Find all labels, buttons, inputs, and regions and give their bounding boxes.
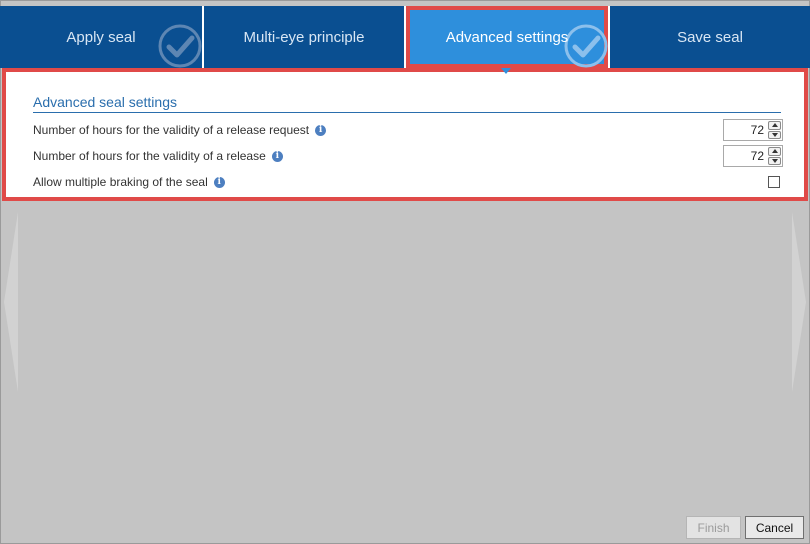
setting-label: Number of hours for the validity of a re… xyxy=(33,149,266,163)
allow-multiple-breaking-checkbox[interactable] xyxy=(768,176,780,188)
release-request-hours-spinner[interactable]: 72 xyxy=(723,119,783,141)
info-icon[interactable]: i xyxy=(315,124,327,136)
spinner-down-button[interactable] xyxy=(768,156,781,165)
spinner-value[interactable]: 72 xyxy=(724,146,768,166)
advanced-settings-panel: Advanced seal settings Number of hours f… xyxy=(2,68,808,201)
tab-label: Apply seal xyxy=(66,29,136,46)
section-divider xyxy=(33,112,781,113)
active-tab-pointer xyxy=(501,68,511,74)
spinner-value[interactable]: 72 xyxy=(724,120,768,140)
finish-button[interactable]: Finish xyxy=(686,516,741,539)
arrow-down-icon xyxy=(771,158,778,163)
arrow-down-icon xyxy=(771,132,778,137)
info-icon[interactable]: i xyxy=(213,176,225,188)
arrow-up-icon xyxy=(771,123,778,128)
wizard-tabs: Apply seal Multi-eye principle Advanced … xyxy=(0,6,810,68)
setting-label: Number of hours for the validity of a re… xyxy=(33,123,310,137)
chevron-left-icon[interactable] xyxy=(4,212,18,392)
tab-advanced-settings[interactable]: Advanced settings xyxy=(406,6,608,68)
tab-multi-eye-principle[interactable]: Multi-eye principle xyxy=(204,6,404,68)
setting-label: Allow multiple braking of the seal xyxy=(33,175,208,189)
release-hours-spinner[interactable]: 72 xyxy=(723,145,783,167)
setting-row-multiple-breaking: Allow multiple braking of the seal i xyxy=(33,170,783,194)
section-title: Advanced seal settings xyxy=(33,94,177,110)
checkmark-circle-icon xyxy=(564,24,608,68)
tab-apply-seal[interactable]: Apply seal xyxy=(0,6,202,68)
tab-label: Multi-eye principle xyxy=(243,29,365,46)
spinner-up-button[interactable] xyxy=(768,121,781,130)
tab-save-seal[interactable]: Save seal xyxy=(610,6,810,68)
tab-label: Advanced settings xyxy=(445,29,569,46)
spinner-up-button[interactable] xyxy=(768,147,781,156)
info-icon[interactable]: i xyxy=(271,150,283,162)
cancel-button[interactable]: Cancel xyxy=(745,516,804,539)
setting-row-release-request-hours: Number of hours for the validity of a re… xyxy=(33,118,783,142)
checkmark-circle-icon xyxy=(158,24,202,68)
tab-label: Save seal xyxy=(677,29,743,46)
setting-row-release-hours: Number of hours for the validity of a re… xyxy=(33,144,783,168)
arrow-up-icon xyxy=(771,149,778,154)
spinner-down-button[interactable] xyxy=(768,130,781,139)
chevron-right-icon[interactable] xyxy=(792,212,806,392)
